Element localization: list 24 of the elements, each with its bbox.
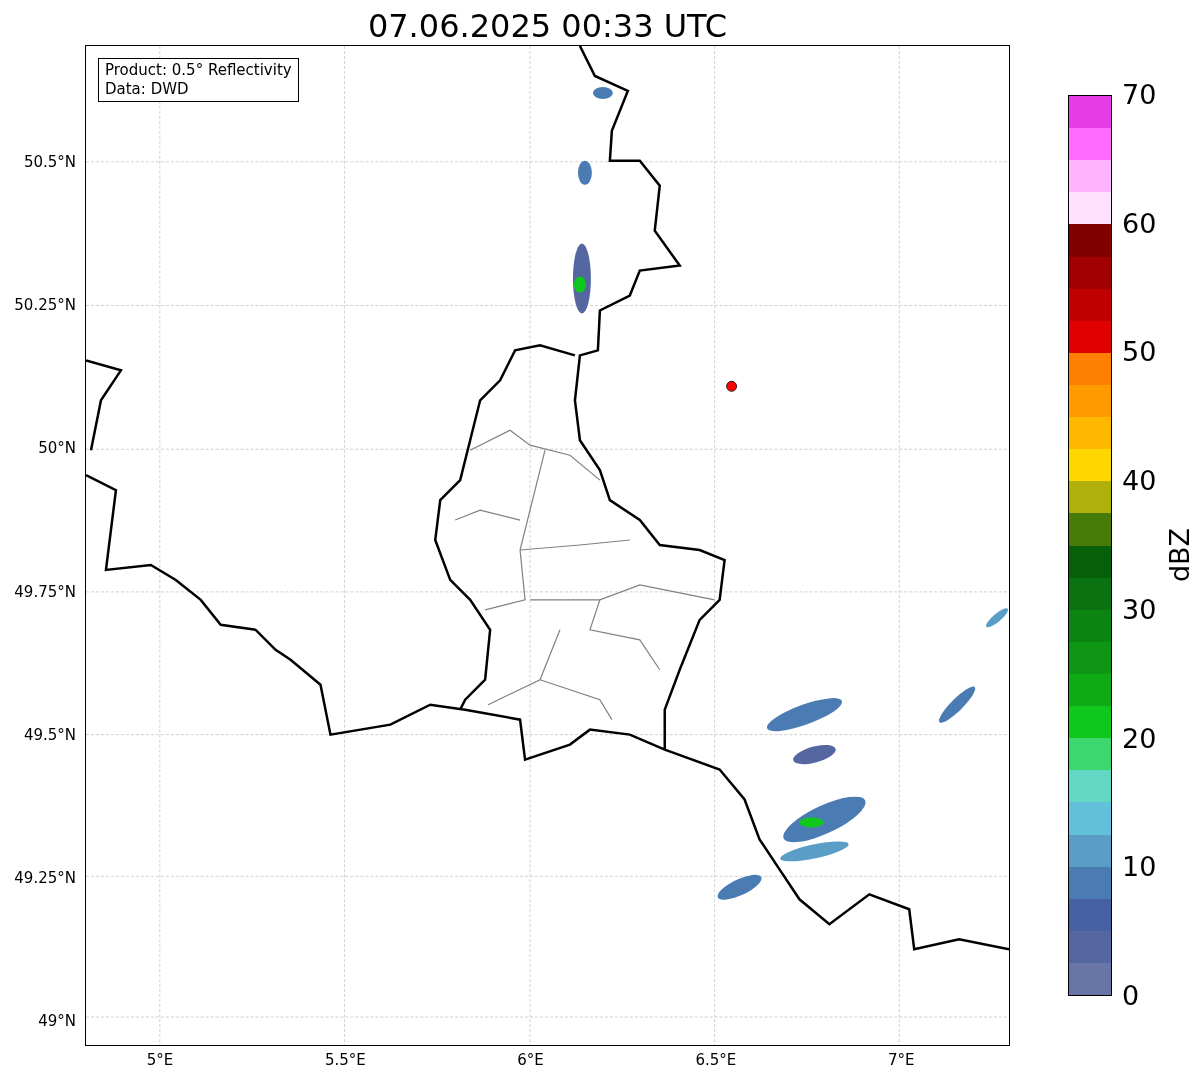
- colorbar-tick-label: 20: [1122, 723, 1157, 754]
- latitude-label: 49.25°N: [14, 869, 76, 887]
- legend-text: Product: 0.5° Reflectivity: [105, 61, 292, 80]
- longitude-label: 5°E: [146, 1051, 174, 1069]
- latitude-label: 50°N: [38, 439, 76, 458]
- colorbar-tick-label: 40: [1122, 466, 1157, 497]
- latitude-label: 49.5°N: [23, 725, 76, 744]
- latitude-label: 49.75°N: [14, 582, 76, 601]
- colorbar-tick-label: 10: [1122, 852, 1157, 883]
- colorbar-tick-label: 0: [1122, 981, 1140, 1011]
- longitude-label: 5.5°E: [324, 1051, 366, 1069]
- latitude-label: 50.25°N: [14, 296, 76, 315]
- chart-title: 07.06.2025 00:33 UTC: [367, 7, 728, 45]
- colorbar-label: dBZ: [1165, 527, 1195, 583]
- colorbar-tick-label: 70: [1122, 80, 1157, 110]
- colorbar-tick-label: 50: [1122, 337, 1157, 368]
- longitude-label: 6.5°E: [695, 1051, 737, 1069]
- latitude-label: 49°N: [38, 1012, 76, 1031]
- colorbar-tick-label: 60: [1122, 208, 1157, 239]
- longitude-label: 7°E: [887, 1051, 915, 1069]
- longitude-label: 6°E: [517, 1051, 544, 1069]
- legend-text: Data: DWD: [105, 80, 190, 99]
- colorbar-tick-label: 30: [1122, 594, 1157, 625]
- latitude-label: 50.5°N: [23, 153, 76, 171]
